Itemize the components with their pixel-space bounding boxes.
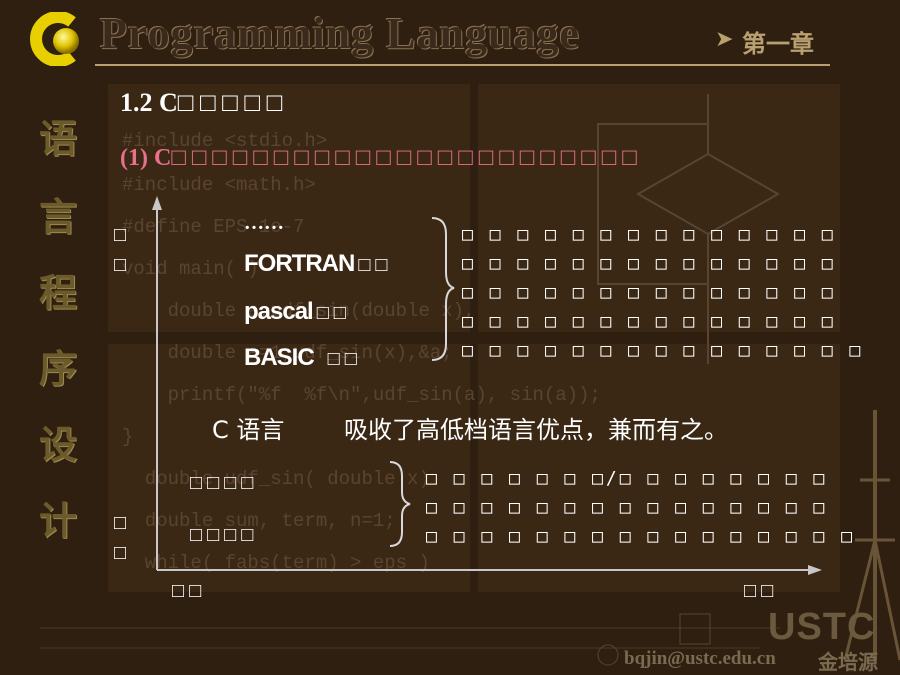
- description-line: □ □ □ □ □ □ □ □ □ □ □ □ □ □: [462, 224, 836, 245]
- low-level-item: □ □ □ □: [190, 472, 254, 494]
- high-level-description: □ □ □ □ □ □ □ □ □ □ □ □ □ □ □ □ □ □ □ □ …: [462, 220, 863, 365]
- description-line: □ □ □ □ □ □ □/□ □ □ □ □ □ □ □: [426, 468, 828, 489]
- language-name: FORTRAN: [244, 250, 355, 277]
- language-suffix: □ □: [327, 348, 357, 370]
- low-level-item: □ □ □ □: [190, 524, 254, 546]
- language-name: BASIC: [244, 344, 315, 371]
- y-axis-label-char: □: [114, 542, 127, 564]
- ellipsis-text: ……: [244, 212, 284, 234]
- author-name: 金培源: [818, 650, 878, 674]
- c-language-summary: 吸收了高低档语言优点，兼而有之。: [344, 416, 728, 444]
- description-line: □ □ □ □ □ □ □ □ □ □ □ □ □ □: [462, 282, 836, 303]
- description-line: □ □ □ □ □ □ □ □ □ □ □ □ □ □ □: [426, 497, 828, 518]
- description-line: □ □ □ □ □ □ □ □ □ □ □ □ □ □ □ □: [426, 526, 855, 547]
- description-line: □ □ □ □ □ □ □ □ □ □ □ □ □ □: [462, 253, 836, 274]
- language-item: pascal □ □: [244, 298, 346, 326]
- language-suffix: □ □: [316, 302, 346, 324]
- ustc-watermark: USTC: [768, 606, 876, 648]
- author-email[interactable]: bqjin@ustc.edu.cn: [624, 648, 776, 670]
- y-axis-label: □ □: [114, 220, 126, 280]
- y-axis-label-char: □: [114, 224, 127, 246]
- language-item: FORTRAN □ □: [244, 250, 388, 278]
- y-axis-label-lower: □ □: [114, 508, 126, 568]
- language-suffix: □ □: [358, 254, 388, 276]
- low-level-description: □ □ □ □ □ □ □/□ □ □ □ □ □ □ □ □ □ □ □ □ …: [426, 464, 855, 551]
- language-name: pascal: [244, 298, 314, 325]
- y-axis-label-char: □: [114, 254, 127, 276]
- description-line: □ □ □ □ □ □ □ □ □ □ □ □ □ □: [462, 311, 836, 332]
- language-item: BASIC □ □: [244, 344, 357, 372]
- c-language-label: C 语言: [212, 416, 285, 444]
- description-line: □ □ □ □ □ □ □ □ □ □ □ □ □ □ □: [462, 340, 864, 361]
- y-axis-label-char: □: [114, 512, 127, 534]
